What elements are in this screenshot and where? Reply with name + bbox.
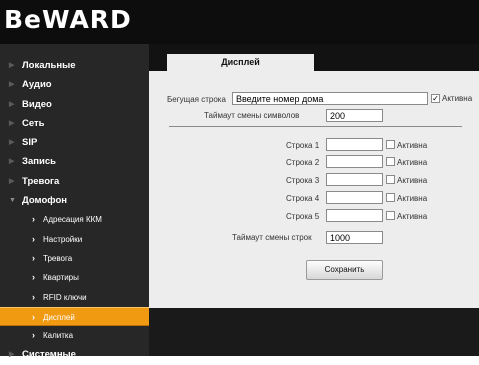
chevron-right-icon: › bbox=[32, 214, 35, 225]
tab-display[interactable]: Дисплей bbox=[167, 54, 314, 71]
line-4-active-checkbox[interactable] bbox=[386, 193, 395, 202]
char-timeout-label: Таймаут смены символов bbox=[204, 111, 300, 120]
sidebar-item-local[interactable]: ▶ Локальные bbox=[0, 56, 149, 75]
sidebar-item-recording[interactable]: ▶ Запись bbox=[0, 152, 149, 171]
sidebar-item-label: Видео bbox=[22, 98, 52, 110]
arrow-right-icon: ▶ bbox=[9, 81, 15, 89]
arrow-right-icon: ▶ bbox=[9, 177, 15, 185]
sidebar-item-label: SIP bbox=[22, 137, 38, 149]
sidebar-subitem-apartments[interactable]: › Квартиры bbox=[0, 268, 149, 287]
save-button[interactable]: Сохранить bbox=[306, 260, 383, 280]
sidebar-item-sip[interactable]: ▶ SIP bbox=[0, 133, 149, 152]
arrow-right-icon: ▶ bbox=[9, 139, 15, 147]
line-4-active-label: Активна bbox=[397, 194, 428, 203]
arrow-right-icon: ▶ bbox=[9, 119, 15, 127]
sidebar-subitem-label: RFID ключи bbox=[43, 292, 87, 302]
sidebar-subitem-settings[interactable]: › Настройки bbox=[0, 230, 149, 249]
footer-bar bbox=[149, 308, 479, 356]
sidebar-item-intercom[interactable]: ▼ Домофон bbox=[0, 191, 149, 210]
line-5-input[interactable] bbox=[326, 209, 383, 222]
chevron-right-icon: › bbox=[32, 330, 35, 341]
line-4-label: Строка 4 bbox=[286, 194, 320, 203]
line-2-input[interactable] bbox=[326, 155, 383, 168]
sidebar-subitem-alarm[interactable]: › Тревога bbox=[0, 249, 149, 268]
sidebar: ▶ Локальные ▶ Аудио ▶ Видео ▶ Сеть ▶ SIP ▶ Зап… bbox=[0, 44, 149, 360]
line-2-active-label: Активна bbox=[397, 158, 428, 167]
brand-logo: BeWARD bbox=[4, 5, 132, 34]
line-3-active-checkbox[interactable] bbox=[386, 175, 395, 184]
line-2-active-checkbox[interactable] bbox=[386, 157, 395, 166]
sidebar-subitem-kkm-addressing[interactable]: › Адресация ККМ bbox=[0, 210, 149, 229]
sidebar-subitem-label: Калитка bbox=[43, 331, 74, 341]
app-header: BeWARD bbox=[0, 0, 479, 44]
line-3-input[interactable] bbox=[326, 173, 383, 186]
sidebar-item-audio[interactable]: ▶ Аудио bbox=[0, 75, 149, 94]
arrow-right-icon: ▶ bbox=[9, 62, 15, 69]
sidebar-item-label: Домофон bbox=[22, 195, 67, 207]
line-1-input[interactable] bbox=[326, 138, 383, 151]
sidebar-subitem-rfid-keys[interactable]: › RFID ключи bbox=[0, 288, 149, 307]
line-timeout-input[interactable]: 1000 bbox=[326, 231, 383, 244]
arrow-down-icon: ▼ bbox=[9, 197, 16, 205]
chevron-right-icon: › bbox=[32, 233, 35, 244]
separator bbox=[169, 126, 462, 127]
sidebar-subitem-label: Настройки bbox=[43, 234, 83, 244]
line-2-label: Строка 2 bbox=[286, 158, 320, 167]
line-5-label: Строка 5 bbox=[286, 212, 320, 221]
tab-bar: Дисплей bbox=[149, 44, 479, 71]
line-1-active-checkbox[interactable] bbox=[386, 140, 395, 149]
line-5-active-label: Активна bbox=[397, 212, 428, 221]
line-4-input[interactable] bbox=[326, 191, 383, 204]
sidebar-subitem-label: Дисплей bbox=[43, 312, 75, 322]
sidebar-item-label: Системные bbox=[22, 349, 76, 361]
sidebar-item-network[interactable]: ▶ Сеть bbox=[0, 114, 149, 133]
arrow-right-icon: ▶ bbox=[9, 351, 15, 359]
arrow-right-icon: ▶ bbox=[9, 158, 15, 166]
sidebar-item-label: Аудио bbox=[22, 79, 52, 91]
chevron-right-icon: › bbox=[32, 272, 35, 283]
sidebar-subitem-gate[interactable]: › Калитка bbox=[0, 326, 149, 345]
line-timeout-label: Таймаут смены строк bbox=[232, 233, 312, 242]
display-settings-panel: Бегущая строка Введите номер дома ✓ Акти… bbox=[149, 71, 479, 308]
sidebar-item-system[interactable]: ▶ Системные bbox=[0, 345, 149, 364]
sidebar-subitem-display[interactable]: › Дисплей bbox=[0, 306, 149, 327]
sidebar-item-label: Запись bbox=[22, 156, 56, 168]
sidebar-item-label: Локальные bbox=[22, 60, 76, 71]
sidebar-subitem-label: Квартиры bbox=[43, 273, 79, 283]
sidebar-subitem-label: Тревога bbox=[43, 253, 73, 263]
line-3-active-label: Активна bbox=[397, 176, 428, 185]
line-1-label: Строка 1 bbox=[286, 141, 320, 150]
ticker-input[interactable]: Введите номер дома bbox=[232, 92, 428, 105]
sidebar-item-alarm[interactable]: ▶ Тревога bbox=[0, 172, 149, 191]
sidebar-item-label: Тревога bbox=[22, 175, 60, 187]
sidebar-subitem-label: Адресация ККМ bbox=[43, 215, 102, 225]
sidebar-nav: ▶ Локальные ▶ Аудио ▶ Видео ▶ Сеть ▶ SIP ▶ Зап… bbox=[0, 56, 149, 365]
chevron-right-icon: › bbox=[32, 291, 35, 302]
line-1-active-label: Активна bbox=[397, 141, 428, 150]
sidebar-item-label: Сеть bbox=[22, 117, 45, 129]
chevron-right-icon: › bbox=[32, 311, 35, 322]
arrow-right-icon: ▶ bbox=[9, 100, 15, 108]
line-3-label: Строка 3 bbox=[286, 176, 320, 185]
ticker-active-checkbox[interactable]: ✓ bbox=[431, 94, 440, 103]
chevron-right-icon: › bbox=[32, 252, 35, 263]
ticker-active-label: Активна bbox=[442, 94, 473, 103]
ticker-label: Бегущая строка bbox=[167, 95, 226, 104]
char-timeout-input[interactable]: 200 bbox=[326, 109, 383, 122]
line-5-active-checkbox[interactable] bbox=[386, 211, 395, 220]
sidebar-item-video[interactable]: ▶ Видео bbox=[0, 95, 149, 114]
